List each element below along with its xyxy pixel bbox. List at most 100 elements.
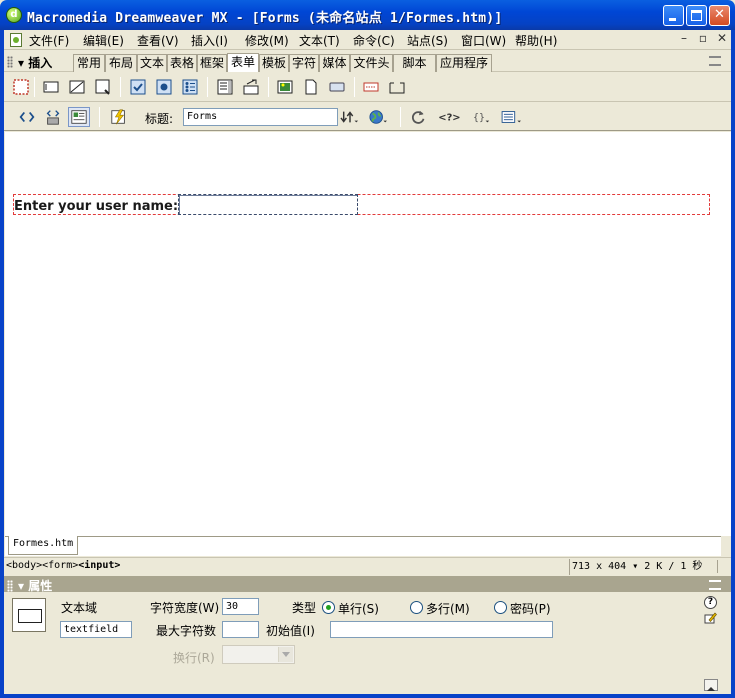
code-view-icon[interactable]	[16, 107, 38, 127]
char-width-label: 字符宽度(W)	[150, 601, 220, 615]
file-management-icon[interactable]	[338, 107, 362, 127]
insert-bar-forms	[4, 72, 731, 102]
document-icon[interactable]	[10, 33, 22, 47]
menu-file[interactable]: 文件(F)	[29, 32, 69, 49]
doc-minimize-button[interactable]: –	[676, 31, 692, 45]
minimize-button[interactable]	[663, 5, 684, 26]
tab-text[interactable]: 文本	[137, 54, 167, 72]
insert-panel-title-text: 插入	[28, 56, 53, 70]
image-field-icon[interactable]	[276, 78, 294, 96]
expand-collapse-button[interactable]	[704, 679, 718, 691]
tab-head[interactable]: 文件头	[350, 54, 393, 72]
view-options-icon[interactable]	[498, 107, 526, 127]
help-icon[interactable]: ?	[704, 596, 717, 609]
separator	[268, 77, 269, 97]
jump-menu-icon[interactable]	[242, 78, 260, 96]
char-width-input[interactable]: 30	[222, 598, 259, 615]
properties-panel-header: ▾ 属性	[4, 576, 731, 593]
tab-forms[interactable]: 表单	[227, 53, 259, 72]
panel-grip-icon[interactable]	[7, 56, 13, 68]
type-single-line-radio[interactable]	[322, 601, 335, 614]
button-icon[interactable]	[328, 78, 346, 96]
type-multi-line-radio[interactable]	[410, 601, 423, 614]
radio-button-icon[interactable]	[155, 78, 173, 96]
window-border-right	[731, 30, 735, 698]
form-icon[interactable]	[12, 78, 30, 96]
insert-panel-title[interactable]: ▾ 插入	[18, 54, 52, 71]
close-button[interactable]: ✕	[709, 5, 730, 26]
text-field-icon[interactable]	[42, 78, 60, 96]
maximize-button[interactable]	[686, 5, 707, 26]
tab-script[interactable]: 脚本	[393, 54, 436, 72]
panel-grip-icon[interactable]	[7, 580, 13, 592]
menu-commands[interactable]: 命令(C)	[353, 32, 395, 49]
menu-text[interactable]: 文本(T)	[299, 32, 340, 49]
design-view-icon[interactable]	[68, 107, 90, 127]
tab-common[interactable]: 常用	[73, 54, 105, 72]
document-toolbar: 标题: Forms <?> {}	[4, 103, 731, 131]
reference-icon[interactable]: <?>	[436, 107, 464, 127]
dreamweaver-app-icon[interactable]: d	[6, 7, 22, 23]
element-name-input[interactable]: textfield	[60, 621, 132, 638]
window-size-dropdown-icon[interactable]: ▾	[626, 561, 638, 572]
doc-close-button[interactable]: ✕	[714, 31, 730, 45]
code-navigation-icon[interactable]: {}	[470, 107, 494, 127]
tab-characters[interactable]: 字符	[289, 54, 319, 72]
tag-form[interactable]: <form>	[42, 560, 78, 571]
separator	[354, 77, 355, 97]
menu-help[interactable]: 帮助(H)	[515, 32, 557, 49]
type-password-label[interactable]: 密码(P)	[510, 600, 551, 617]
tab-layout[interactable]: 布局	[105, 54, 137, 72]
window-size[interactable]: 713 x 404	[572, 561, 626, 572]
list-menu-icon[interactable]	[216, 78, 234, 96]
title-label: 标题:	[145, 112, 174, 126]
split-view-icon[interactable]	[42, 107, 64, 127]
chevron-down-icon	[278, 647, 293, 662]
type-multi-line-label[interactable]: 多行(M)	[426, 600, 470, 617]
live-data-icon[interactable]	[108, 107, 130, 127]
wrap-select[interactable]	[222, 645, 295, 664]
label-icon[interactable]	[362, 78, 380, 96]
panel-options-icon[interactable]	[709, 580, 721, 590]
tag-input[interactable]: <input>	[78, 560, 120, 571]
menu-view[interactable]: 查看(V)	[137, 32, 179, 49]
tab-media[interactable]: 媒体	[319, 54, 350, 72]
tab-frames[interactable]: 框架	[197, 54, 227, 72]
tab-application[interactable]: 应用程序	[436, 54, 492, 72]
page-title-input[interactable]: Forms	[183, 108, 338, 126]
menu-insert[interactable]: 插入(I)	[191, 32, 228, 49]
properties-panel-title-text: 属性	[28, 579, 53, 593]
menu-window[interactable]: 窗口(W)	[461, 32, 506, 49]
type-password-radio[interactable]	[494, 601, 507, 614]
user-name-text-field[interactable]	[178, 194, 358, 215]
quick-tag-editor-icon[interactable]	[704, 611, 717, 624]
design-view[interactable]: Enter your user name:	[5, 132, 721, 536]
type-single-line-label[interactable]: 单行(S)	[338, 600, 379, 617]
preview-browser-icon[interactable]	[366, 107, 390, 127]
resize-grip-icon[interactable]	[717, 560, 729, 573]
doc-restore-button[interactable]: ▫	[695, 31, 711, 45]
textarea-icon[interactable]	[94, 78, 112, 96]
menu-edit[interactable]: 编辑(E)	[83, 32, 124, 49]
refresh-icon[interactable]	[408, 107, 430, 127]
hidden-field-icon[interactable]	[68, 78, 86, 96]
file-field-icon[interactable]	[302, 78, 320, 96]
title-bar[interactable]: d Macromedia Dreamweaver MX - [Forms (未命…	[0, 0, 735, 30]
vertical-scrollbar[interactable]	[721, 132, 731, 536]
panel-options-icon[interactable]	[709, 56, 721, 66]
text-field-type-icon	[12, 598, 46, 632]
max-chars-label: 最大字符数	[156, 624, 217, 638]
fieldset-icon[interactable]	[388, 78, 406, 96]
menu-site[interactable]: 站点(S)	[407, 32, 448, 49]
doc-tab-formes[interactable]: Formes.htm	[8, 536, 79, 555]
close-icon: ✕	[714, 7, 725, 22]
radio-group-icon[interactable]	[181, 78, 199, 96]
max-chars-input[interactable]	[222, 621, 259, 638]
download-speed: 2 K / 1 秒	[644, 561, 703, 572]
tab-templates[interactable]: 模板	[259, 54, 289, 72]
tab-tables[interactable]: 表格	[167, 54, 197, 72]
menu-modify[interactable]: 修改(M)	[245, 32, 289, 49]
initial-value-input[interactable]	[330, 621, 553, 638]
tag-body[interactable]: <body>	[6, 560, 42, 571]
checkbox-icon[interactable]	[129, 78, 147, 96]
